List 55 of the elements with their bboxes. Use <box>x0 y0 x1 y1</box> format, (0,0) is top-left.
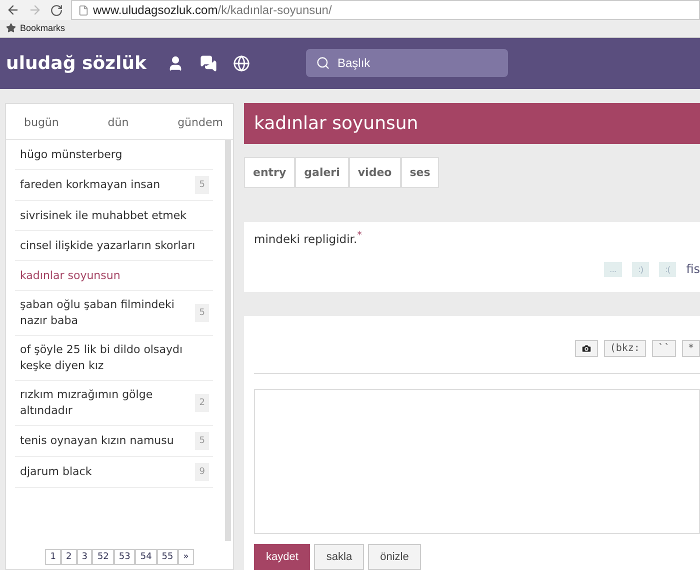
image-button[interactable] <box>574 340 598 357</box>
topic-link[interactable]: cinsel ilişkide yazarların skorları <box>15 231 213 261</box>
entry-input[interactable] <box>254 389 700 534</box>
page-link[interactable]: 54 <box>135 549 157 565</box>
page-link[interactable]: 1 <box>45 549 61 565</box>
globe-icon[interactable] <box>232 54 250 72</box>
topic-link[interactable]: sivrisinek ile muhabbet etmek <box>15 201 213 231</box>
topic-title: kadınlar soyunsun <box>244 103 700 144</box>
author-link[interactable]: fis <box>686 262 700 276</box>
page-link[interactable]: 2 <box>60 549 77 565</box>
search-icon <box>316 56 330 70</box>
entry-count: 2 <box>195 394 209 412</box>
site-logo[interactable]: uludağ sözlük <box>6 52 146 74</box>
format-button[interactable]: * <box>682 340 700 357</box>
content-tab[interactable]: galeri <box>295 157 349 188</box>
search-input[interactable]: Başlık <box>336 55 496 72</box>
entry-count: 5 <box>195 304 209 322</box>
star-icon <box>6 23 16 34</box>
topic-link[interactable]: of şöyle 25 lik bi dildo olsaydı keşke diyen kız <box>15 336 213 381</box>
sidebar-tab[interactable]: dün <box>108 116 129 129</box>
page-link[interactable]: 53 <box>114 549 136 565</box>
sidebar-tab[interactable]: bugün <box>24 116 59 129</box>
messages-icon[interactable] <box>200 54 216 72</box>
entry-count: 5 <box>195 176 209 194</box>
page-link[interactable]: 3 <box>76 549 92 565</box>
topic-link[interactable]: tenis oynayan kızın namusu 5 <box>15 426 213 457</box>
form-button[interactable]: sakla <box>314 544 364 570</box>
search-field[interactable]: Başlık <box>306 49 508 78</box>
topic-link[interactable]: djarum black 9 <box>15 457 213 488</box>
content-tab[interactable]: video <box>348 157 401 188</box>
bookmarks-label[interactable]: Bookmarks <box>20 23 66 34</box>
content-tab[interactable]: ses <box>400 157 440 188</box>
page-link[interactable]: 52 <box>92 549 114 565</box>
page-link[interactable]: » <box>178 549 194 565</box>
reload-icon[interactable] <box>50 4 63 16</box>
topic-link[interactable]: fareden korkmayan insan 5 <box>15 170 213 201</box>
page-icon <box>78 4 89 16</box>
form-button[interactable]: kaydet <box>254 544 310 570</box>
entry-count: 5 <box>195 432 209 450</box>
address-bar[interactable]: www.uludagsozluk.com/k/kadınlar-soyunsun/ <box>71 0 700 20</box>
page-link[interactable]: 55 <box>156 549 178 565</box>
content-tab[interactable]: entry <box>244 157 296 188</box>
format-button[interactable]: `` <box>652 340 676 357</box>
back-icon[interactable] <box>6 3 20 17</box>
form-button[interactable]: önizle <box>368 544 421 570</box>
camera-icon <box>580 343 592 354</box>
topic-link[interactable]: rızkım mızrağımın gölge altındadır 2 <box>15 381 213 426</box>
topic-link[interactable]: şaban oğlu şaban filmindeki nazır baba 5 <box>15 291 213 336</box>
sidebar-tab[interactable]: gündem <box>178 116 223 129</box>
url-text: www.uludagsozluk.com/k/kadınlar-soyunsun/ <box>93 3 332 17</box>
entry-count: 9 <box>195 463 209 481</box>
format-button[interactable]: (bkz: <box>604 340 646 357</box>
topic-link[interactable]: hügo münsterberg <box>15 140 213 170</box>
entry-text: mindeki repligidir.$^{*}$ <box>254 230 363 246</box>
topic-link[interactable]: kadınlar soyunsun <box>15 261 213 291</box>
